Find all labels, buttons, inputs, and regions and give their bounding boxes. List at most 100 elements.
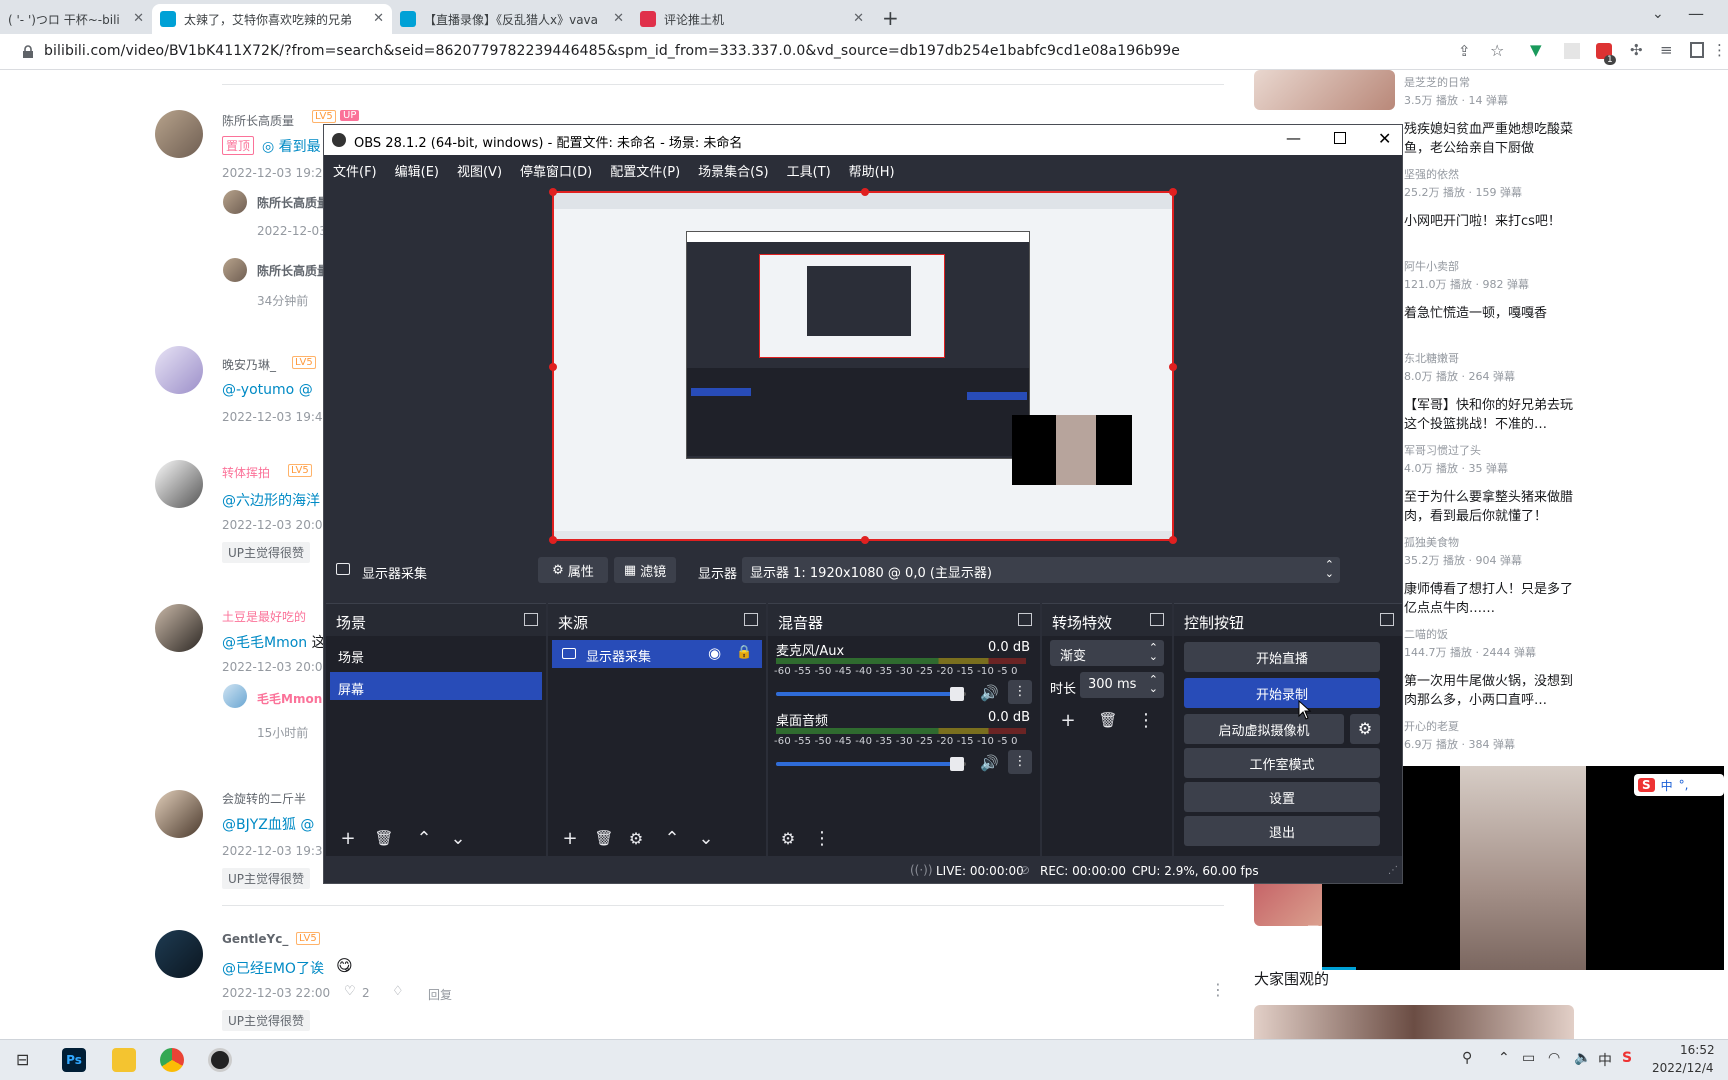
resize-handle[interactable] [1169,188,1177,196]
lock-icon[interactable] [22,45,34,59]
close-tab-icon[interactable]: ✕ [133,11,144,26]
resize-handle[interactable] [549,188,557,196]
rec-title[interactable]: 【军哥】快和你的好兄弟去玩这个投篮挑战！不准的… [1404,396,1574,434]
rec-title[interactable]: 残疾媳妇贫血严重她想吃酸菜鱼，老公给亲自下厨做 [1404,120,1574,158]
browser-tab[interactable]: ( '- ')つロ 干杯~-bili ✕ [0,4,152,34]
undock-icon[interactable] [1018,613,1032,626]
clock-date[interactable]: 2022/12/4 [1652,1061,1714,1075]
visibility-eye-icon[interactable]: ◉ [708,644,721,662]
sogou-tray-icon[interactable]: S [1622,1050,1632,1066]
transition-menu-icon[interactable]: ⋮ [1132,706,1160,734]
start-streaming-button[interactable]: 开始直播 [1184,642,1380,672]
add-icon[interactable]: + [556,824,584,852]
avatar[interactable] [155,604,203,652]
resize-handle[interactable] [861,536,869,544]
mention-link[interactable]: @ [300,817,314,833]
browser-tab[interactable]: 评论推土机 ✕ [632,4,872,34]
mention-link[interactable]: @六边形的海洋 [222,493,320,509]
photoshop-icon[interactable]: Ps [62,1048,86,1072]
trash-icon[interactable]: 🗑 [590,824,618,852]
mention-link[interactable]: @BJYZ血狐 [222,817,296,833]
speaker-icon[interactable]: 🔊 [980,754,999,772]
minimize-window-icon[interactable]: — [1688,4,1704,23]
mention-link[interactable]: @-yotumo [222,382,294,398]
menu-profile[interactable]: 配置文件(P) [601,155,689,181]
comment-username[interactable]: 会旋转的二斤半 [222,790,306,807]
move-down-icon[interactable]: ⌄ [692,824,720,852]
obs-title-bar[interactable]: OBS 28.1.2 (64-bit, windows) - 配置文件: 未命名… [324,125,1402,155]
menu-help[interactable]: 帮助(H) [840,155,904,181]
battery-icon[interactable]: ▭ [1522,1050,1535,1066]
resize-handle[interactable] [549,536,557,544]
avatar[interactable] [155,460,203,508]
studio-mode-button[interactable]: 工作室模式 [1184,748,1380,778]
dislike-icon[interactable]: ♢ [392,984,404,999]
undock-icon[interactable] [1150,613,1164,626]
mention-link[interactable]: @ [299,382,313,398]
lock-icon[interactable]: 🔒 [736,645,752,660]
add-transition-icon[interactable]: + [1054,706,1082,734]
like-icon[interactable]: ♡ [344,984,356,999]
comment-username[interactable]: 陈所长高质量 [222,112,294,129]
rec-up-name[interactable]: 孤独美食物 [1404,534,1459,550]
close-tab-icon[interactable]: ✕ [853,11,864,26]
volume-slider-track[interactable] [776,757,966,771]
menu-view[interactable]: 视图(V) [448,155,511,181]
advanced-audio-gear-icon[interactable]: ⚙ [774,824,802,852]
rec-up-name[interactable]: 是芝芝的日常 [1404,74,1470,90]
new-tab-icon[interactable]: + [882,6,899,30]
resize-handle[interactable] [1169,536,1177,544]
reading-list-icon[interactable]: ≡ [1660,41,1673,59]
transition-select[interactable]: 渐变 ⌃ ⌄ [1050,640,1164,666]
chrome-icon[interactable] [160,1048,184,1072]
rec-title[interactable]: 康师傅看了想打人！只是多了亿点点牛肉…… [1404,580,1574,618]
rec-up-name[interactable]: 开心的老夏 [1404,718,1459,734]
move-down-icon[interactable]: ⌄ [444,824,472,852]
menu-tools[interactable]: 工具(T) [778,155,840,181]
spin-arrows-icon[interactable]: ⌃ ⌄ [1149,674,1158,694]
maximize-icon[interactable] [1334,132,1346,144]
move-up-icon[interactable]: ⌃ [658,824,686,852]
side-panel-icon[interactable] [1690,42,1704,58]
trash-icon[interactable]: 🗑 [370,824,398,852]
avatar[interactable] [223,190,247,214]
reply-username[interactable]: 陈所长高质量 [257,194,329,211]
extension-icon[interactable] [1564,43,1580,59]
comment-username[interactable]: 土豆是最好吃的 [222,608,306,625]
start-recording-button[interactable]: 开始录制 [1184,678,1380,708]
scene-item[interactable]: 场景 [330,640,542,668]
show-hidden-icons-chevron-icon[interactable]: ⌃ [1498,1050,1510,1066]
start-virtual-camera-button[interactable]: 启动虚拟摄像机 [1184,714,1344,744]
virtual-camera-gear-icon[interactable]: ⚙ [1350,714,1380,744]
speaker-icon[interactable]: 🔊 [980,684,999,702]
scene-item-selected[interactable]: 屏幕 [330,672,542,700]
exit-button[interactable]: 退出 [1184,816,1380,846]
avatar[interactable] [155,930,203,978]
url-field[interactable]: bilibili.com/video/BV1bK411X72K/?from=se… [44,43,1180,59]
mention-link[interactable]: @已经EMO了诶 [222,961,324,977]
ime-mode[interactable]: 中 [1661,777,1673,794]
reply-username[interactable]: 毛毛Mmon [257,690,322,707]
menu-file[interactable]: 文件(F) [324,155,386,181]
browser-tab[interactable]: 【直播录像】《反乱猎人x》vava ✕ [392,4,632,34]
menu-docks[interactable]: 停靠窗口(D) [511,155,601,181]
mixer-menu-icon[interactable]: ⋮ [808,824,836,852]
undock-icon[interactable] [744,613,758,626]
trash-icon[interactable]: 🗑 [1094,706,1122,734]
rec-up-name[interactable]: 东北糖嫩哥 [1404,350,1459,366]
resize-handle[interactable] [1169,363,1177,371]
tab-search-chevron-icon[interactable]: ⌄ [1652,6,1664,22]
file-explorer-icon[interactable] [112,1048,136,1072]
undock-icon[interactable] [524,613,538,626]
rec-up-name[interactable]: 坚强的依然 [1404,166,1459,182]
volume-slider-knob[interactable] [949,757,964,771]
avatar[interactable] [223,258,247,282]
rec-title[interactable]: 第一次用牛尾做火锅，没想到肉那么多，小两口直呼… [1404,672,1574,710]
comment-more-icon[interactable]: ⋮ [1210,980,1226,999]
menu-scene-collection[interactable]: 场景集合(S) [689,155,777,181]
comment-username[interactable]: 转体挥拍 [222,464,270,481]
volume-slider-knob[interactable] [949,687,964,701]
resize-grip-icon[interactable]: ⋰ [1388,865,1398,876]
rec-title[interactable]: 至于为什么要拿整头猪来做腊肉，看到最后你就懂了！ [1404,488,1574,526]
menu-edit[interactable]: 编辑(E) [386,155,448,181]
